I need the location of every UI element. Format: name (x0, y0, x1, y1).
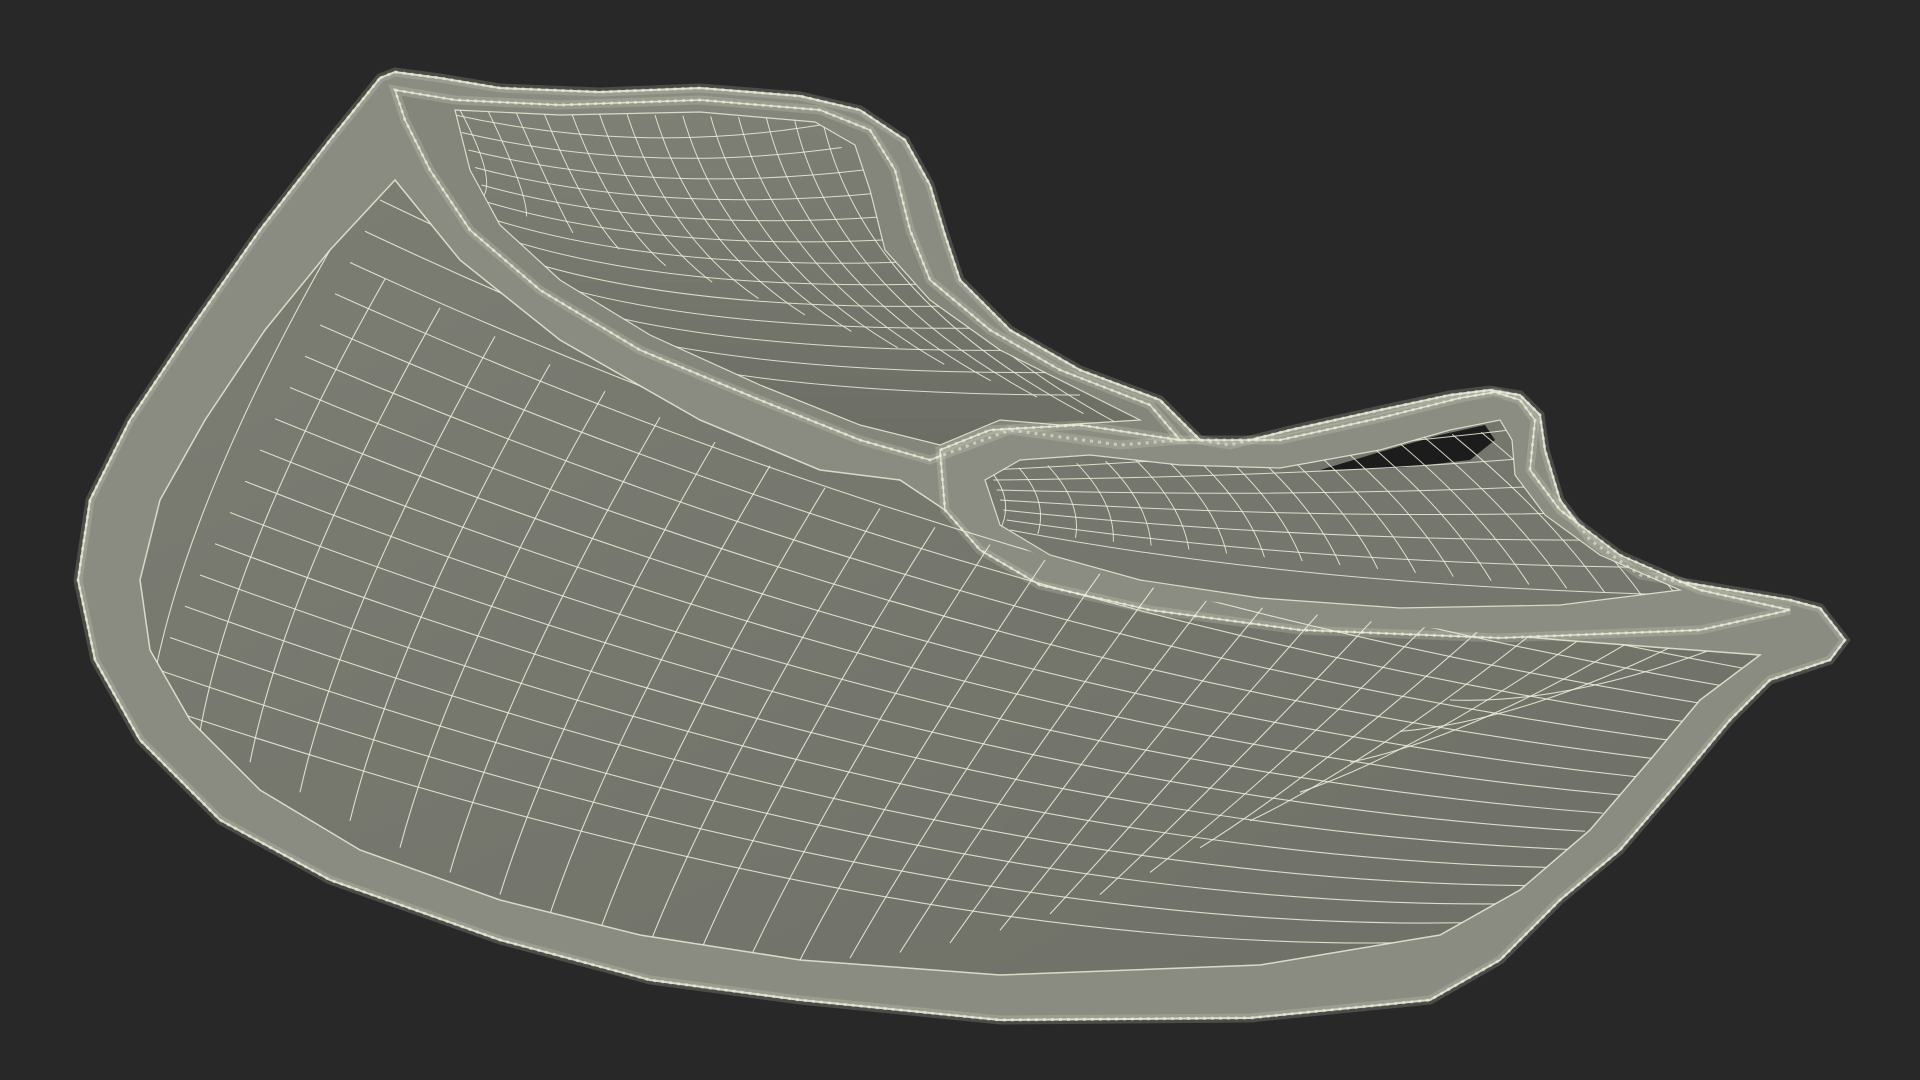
mesh-render (73, 67, 1851, 1025)
3d-viewport[interactable] (0, 0, 1920, 1080)
